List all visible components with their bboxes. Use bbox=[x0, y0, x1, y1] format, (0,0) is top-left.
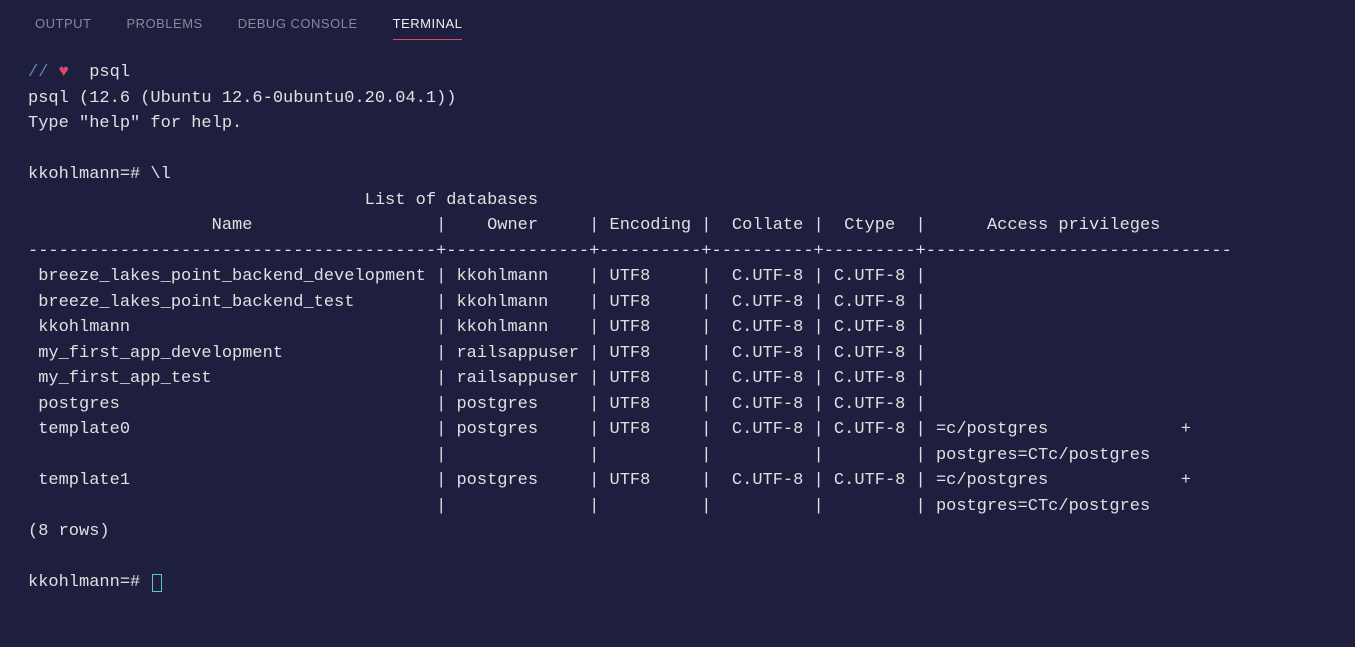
psql-prompt-current: kkohlmann=# bbox=[28, 573, 162, 592]
table-row: template1 | postgres | UTF8 | C.UTF-8 | … bbox=[28, 471, 1191, 490]
table-title: List of databases bbox=[28, 191, 1242, 210]
command-text: psql bbox=[89, 63, 130, 82]
psql-help-line: Type "help" for help. bbox=[28, 114, 242, 133]
prompt-line: // ♥ psql bbox=[28, 63, 130, 82]
terminal-output[interactable]: // ♥ psql psql (12.6 (Ubuntu 12.6-0ubunt… bbox=[0, 40, 1355, 596]
tab-terminal[interactable]: TERMINAL bbox=[393, 10, 463, 40]
prompt-slashes: // bbox=[28, 63, 48, 82]
table-row: my_first_app_development | railsappuser … bbox=[28, 344, 1232, 363]
tab-debug-console[interactable]: DEBUG CONSOLE bbox=[238, 10, 358, 40]
table-row: | | | | | postgres=CTc/postgres bbox=[28, 497, 1150, 516]
psql-prompt-list-cmd: kkohlmann=# \l bbox=[28, 165, 171, 184]
tab-problems[interactable]: PROBLEMS bbox=[126, 10, 202, 40]
heart-icon: ♥ bbox=[59, 63, 69, 82]
table-row: my_first_app_test | railsappuser | UTF8 … bbox=[28, 369, 1232, 388]
table-separator: ----------------------------------------… bbox=[28, 242, 1232, 261]
cursor-icon bbox=[152, 574, 162, 592]
panel-tab-bar: OUTPUT PROBLEMS DEBUG CONSOLE TERMINAL bbox=[0, 0, 1355, 40]
table-row: template0 | postgres | UTF8 | C.UTF-8 | … bbox=[28, 420, 1191, 439]
table-row: postgres | postgres | UTF8 | C.UTF-8 | C… bbox=[28, 395, 1232, 414]
table-header-row: Name | Owner | Encoding | Collate | Ctyp… bbox=[28, 216, 1242, 235]
table-row: | | | | | postgres=CTc/postgres bbox=[28, 446, 1150, 465]
psql-version-line: psql (12.6 (Ubuntu 12.6-0ubuntu0.20.04.1… bbox=[28, 89, 456, 108]
table-row: breeze_lakes_point_backend_test | kkohlm… bbox=[28, 293, 1232, 312]
tab-output[interactable]: OUTPUT bbox=[35, 10, 91, 40]
row-count-line: (8 rows) bbox=[28, 522, 110, 541]
table-row: kkohlmann | kkohlmann | UTF8 | C.UTF-8 |… bbox=[28, 318, 1232, 337]
table-row: breeze_lakes_point_backend_development |… bbox=[28, 267, 1232, 286]
